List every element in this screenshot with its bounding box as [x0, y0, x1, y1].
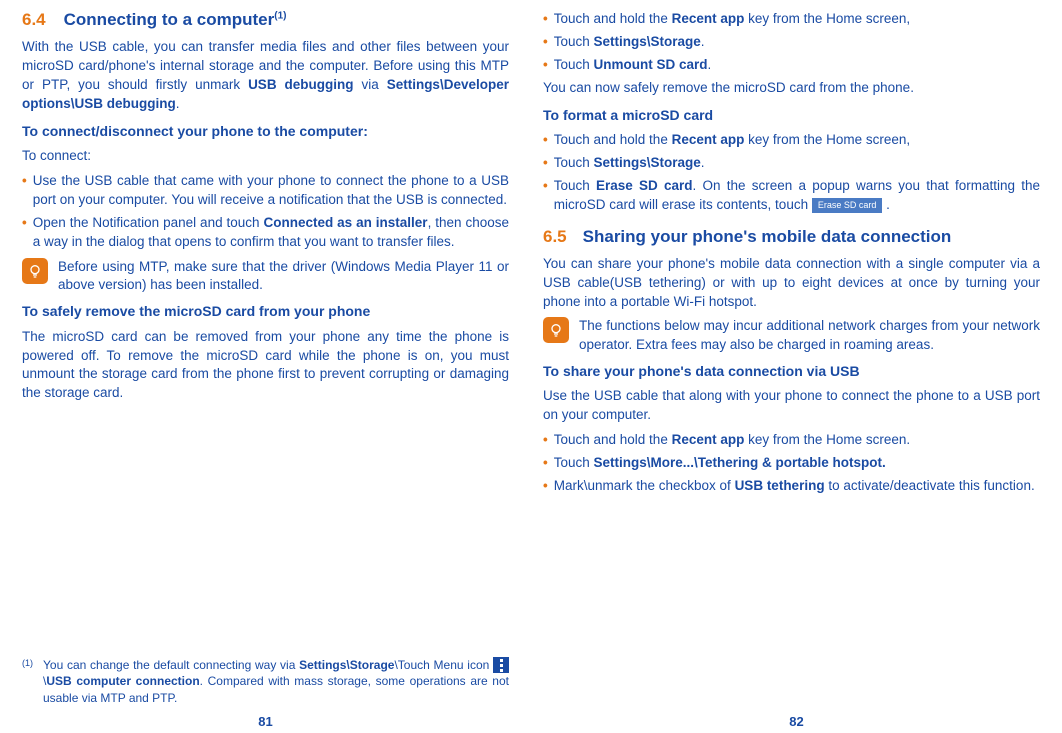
intro-paragraph: With the USB cable, you can transfer med…: [22, 38, 509, 114]
bullet-dot-icon: •: [543, 154, 548, 173]
bullet-dot-icon: •: [543, 177, 548, 215]
subheading-safely-remove: To safely remove the microSD card from y…: [22, 302, 509, 322]
bullet-item: • Open the Notification panel and touch …: [22, 214, 509, 252]
subheading-share-usb: To share your phone's data connection vi…: [543, 362, 1040, 382]
bullet-item: • Touch and hold the Recent app key from…: [543, 10, 1040, 29]
menu-icon: [493, 657, 509, 673]
bullet-item: • Touch and hold the Recent app key from…: [543, 431, 1040, 450]
subheading-format-sd: To format a microSD card: [543, 106, 1040, 126]
section-heading-6-5: 6.5 Sharing your phone's mobile data con…: [543, 227, 1040, 247]
bullet-item: • Touch Unmount SD card.: [543, 56, 1040, 75]
bullet-item: • Mark\unmark the checkbox of USB tether…: [543, 477, 1040, 496]
section-number: 6.4: [22, 10, 46, 30]
bullet-dot-icon: •: [543, 131, 548, 150]
bullet-item: • Touch Settings\Storage.: [543, 154, 1040, 173]
section-heading-6-4: 6.4 Connecting to a computer(1): [22, 10, 509, 30]
bullet-dot-icon: •: [543, 431, 548, 450]
erase-sd-button[interactable]: Erase SD card: [812, 198, 883, 213]
to-connect-label: To connect:: [22, 147, 509, 166]
bullet-dot-icon: •: [22, 172, 27, 210]
bullet-item: • Touch Settings\More...\Tethering & por…: [543, 454, 1040, 473]
lightbulb-icon: [543, 317, 569, 343]
footnote-marker: (1): [22, 657, 33, 707]
page-left: 6.4 Connecting to a computer(1) With the…: [0, 0, 531, 733]
footnote: (1) You can change the default connectin…: [22, 649, 509, 707]
page-right: • Touch and hold the Recent app key from…: [531, 0, 1062, 733]
share-usb-paragraph: Use the USB cable that along with your p…: [543, 387, 1040, 425]
safely-remove-note: You can now safely remove the microSD ca…: [543, 79, 1040, 98]
footnote-ref: (1): [274, 10, 286, 21]
bullet-item: • Touch Erase SD card. On the screen a p…: [543, 177, 1040, 215]
bullet-item: • Use the USB cable that came with your …: [22, 172, 509, 210]
bullet-dot-icon: •: [543, 33, 548, 52]
tip-callout: Before using MTP, make sure that the dri…: [22, 258, 509, 294]
subheading-connect: To connect/disconnect your phone to the …: [22, 122, 509, 142]
page-number: 82: [789, 714, 803, 729]
bullet-dot-icon: •: [543, 454, 548, 473]
page-number: 81: [258, 714, 272, 729]
bullet-dot-icon: •: [543, 10, 548, 29]
bullet-item: • Touch and hold the Recent app key from…: [543, 131, 1040, 150]
safely-remove-paragraph: The microSD card can be removed from you…: [22, 328, 509, 404]
bullet-dot-icon: •: [22, 214, 27, 252]
share-intro-paragraph: You can share your phone's mobile data c…: [543, 255, 1040, 312]
lightbulb-icon: [22, 258, 48, 284]
bullet-item: • Touch Settings\Storage.: [543, 33, 1040, 52]
section-number: 6.5: [543, 227, 567, 247]
bullet-dot-icon: •: [543, 477, 548, 496]
bullet-dot-icon: •: [543, 56, 548, 75]
tip-callout: The functions below may incur additional…: [543, 317, 1040, 353]
section-title: Sharing your phone's mobile data connect…: [583, 227, 952, 247]
section-title: Connecting to a computer(1): [64, 10, 287, 30]
